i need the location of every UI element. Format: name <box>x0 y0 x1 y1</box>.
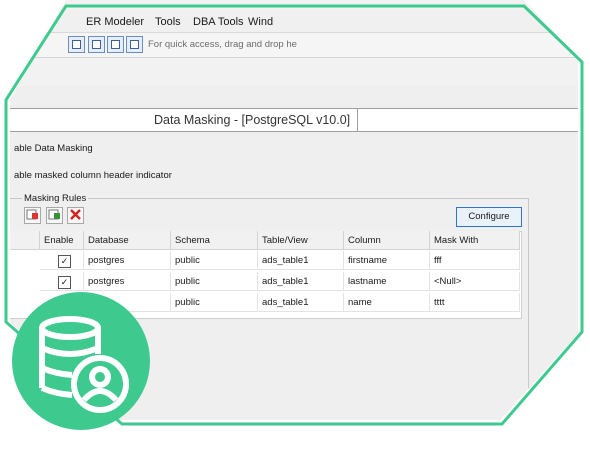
column-header-database[interactable]: Database <box>84 231 171 250</box>
dialog-title: Data Masking - [PostgreSQL v10.0] <box>154 113 351 127</box>
table-row: ✓ <box>40 251 84 270</box>
database-user-icon <box>39 316 129 413</box>
menu-er-modeler[interactable]: ER Modeler <box>86 16 144 28</box>
edit-rule-button[interactable] <box>46 207 63 224</box>
toolbar-grid-icon[interactable] <box>107 36 124 53</box>
cell-table: ads_table1 <box>258 272 344 291</box>
toolbar-diagram-icon[interactable] <box>68 36 85 53</box>
menu-tools[interactable]: Tools <box>155 16 181 28</box>
row-enable-checkbox[interactable]: ✓ <box>58 276 71 289</box>
configure-button[interactable]: Configure <box>456 207 522 227</box>
masking-rules-label: Masking Rules <box>22 193 89 204</box>
menu-window[interactable]: Wind <box>248 16 273 28</box>
cell-mask[interactable]: tttt <box>430 293 520 312</box>
cell-database: postgres <box>84 251 171 270</box>
dialog-titlebar: Data Masking - [PostgreSQL v10.0] <box>10 108 358 132</box>
enable-masking-checkbox-label[interactable]: able Data Masking <box>14 143 93 154</box>
cell-schema: public <box>171 293 258 312</box>
column-header-mask-with[interactable]: Mask With <box>430 231 520 250</box>
menu-dba-tools[interactable]: DBA Tools <box>193 16 244 28</box>
cell-mask[interactable]: fff <box>430 251 520 270</box>
add-rule-icon <box>26 209 38 220</box>
toolbar-chart-icon[interactable] <box>126 36 143 53</box>
cell-column: name <box>344 293 430 312</box>
delete-rule-icon <box>70 209 81 220</box>
row-header-column <box>10 231 40 250</box>
toolbar-table-icon[interactable] <box>88 36 105 53</box>
dialog-titlebar-extension <box>356 108 578 132</box>
delete-rule-button[interactable] <box>67 207 84 224</box>
column-header-column[interactable]: Column <box>344 231 430 250</box>
column-header-table-view[interactable]: Table/View <box>258 231 344 250</box>
cell-table: ads_table1 <box>258 251 344 270</box>
header-indicator-checkbox-label[interactable]: able masked column header indicator <box>14 170 172 181</box>
cell-column: lastname <box>344 272 430 291</box>
menu-bar: ER Modeler Tools DBA Tools Wind <box>10 10 578 33</box>
cell-schema: public <box>171 272 258 291</box>
edit-rule-icon <box>48 209 60 220</box>
table-row: ✓ <box>40 272 84 291</box>
column-header-enable[interactable]: Enable <box>40 231 84 250</box>
row-enable-checkbox[interactable]: ✓ <box>58 255 71 268</box>
toolbar-hint: For quick access, drag and drop he <box>148 39 297 50</box>
toolbar: For quick access, drag and drop he <box>10 33 578 58</box>
cell-column: firstname <box>344 251 430 270</box>
cell-schema: public <box>171 251 258 270</box>
cell-mask[interactable]: <Null> <box>430 272 520 291</box>
cell-database: postgres <box>84 272 171 291</box>
add-rule-button[interactable] <box>24 207 41 224</box>
cell-table: ads_table1 <box>258 293 344 312</box>
data-masking-logo <box>12 292 150 430</box>
column-header-schema[interactable]: Schema <box>171 231 258 250</box>
